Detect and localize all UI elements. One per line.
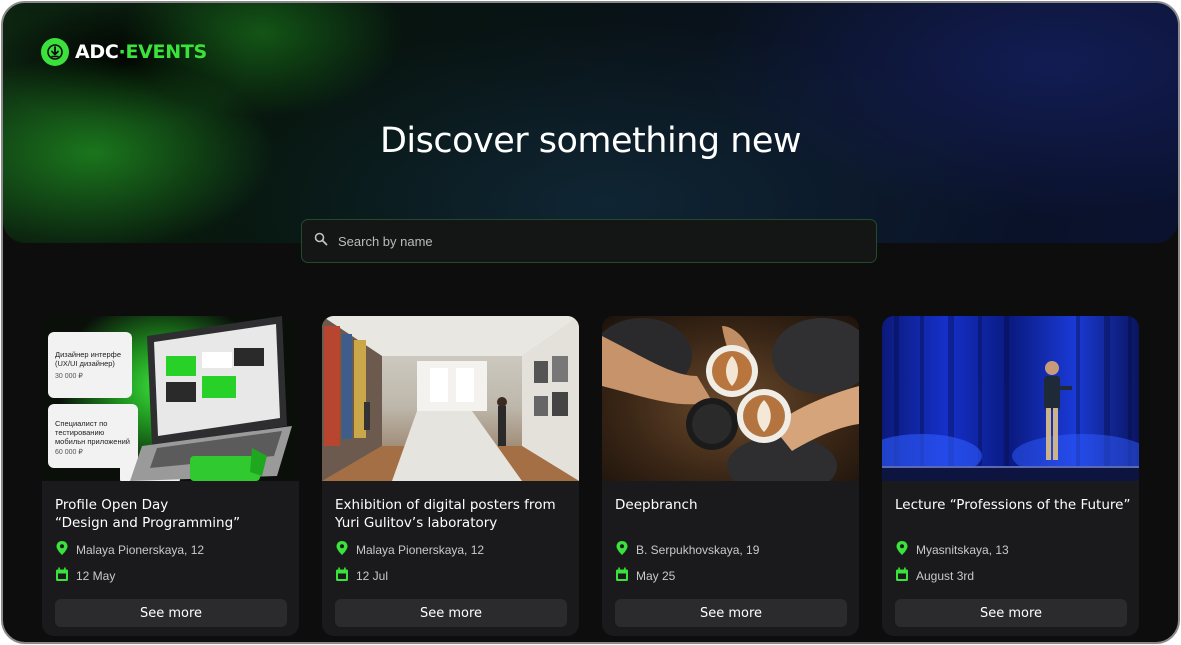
image-caption-4: 60 000 ₽ bbox=[55, 449, 83, 456]
calendar-icon bbox=[55, 567, 69, 585]
event-title: Deepbranch bbox=[615, 497, 698, 513]
logo[interactable]: ADC·EVENTS bbox=[41, 37, 207, 67]
event-image bbox=[322, 316, 579, 481]
search-icon bbox=[314, 232, 328, 251]
event-title: Lecture “Professions of the Future” bbox=[895, 497, 1131, 513]
event-title: Profile Open Day “Design and Programming… bbox=[55, 497, 241, 531]
event-location: Myasnitskaya, 13 bbox=[895, 540, 1009, 559]
logo-text: ADC·EVENTS bbox=[75, 41, 207, 63]
image-caption-2: 30 000 ₽ bbox=[55, 373, 83, 380]
event-location: B. Serpukhovskaya, 19 bbox=[615, 540, 759, 559]
event-card[interactable]: Deepbranch B. Serpukhovskaya, 19 May 25 … bbox=[602, 316, 859, 636]
event-title: Exhibition of digital posters from Yuri … bbox=[335, 497, 556, 531]
calendar-icon bbox=[615, 567, 629, 585]
image-caption-3: Специалист по тестированию мобильн прило… bbox=[55, 419, 130, 446]
image-caption-1: Дизайнер интерфе (UX/UI дизайнер) bbox=[55, 350, 122, 368]
event-image bbox=[882, 316, 1139, 481]
search-bar[interactable] bbox=[301, 219, 877, 263]
event-image bbox=[602, 316, 859, 481]
event-location: Malaya Pionerskaya, 12 bbox=[55, 540, 204, 559]
event-date: August 3rd bbox=[895, 567, 974, 585]
logo-icon bbox=[41, 38, 69, 66]
app-window: ADC·EVENTS Discover something new Search… bbox=[1, 1, 1180, 644]
see-more-button[interactable]: See more bbox=[895, 599, 1127, 627]
see-more-button[interactable]: See more bbox=[615, 599, 847, 627]
event-date: 12 May bbox=[55, 567, 115, 585]
location-pin-icon bbox=[335, 540, 349, 559]
event-date: 12 Jul bbox=[335, 567, 388, 585]
event-date: May 25 bbox=[615, 567, 675, 585]
location-pin-icon bbox=[615, 540, 629, 559]
event-card[interactable]: Дизайнер интерфе (UX/UI дизайнер) 30 000… bbox=[42, 316, 299, 636]
calendar-icon bbox=[895, 567, 909, 585]
see-more-button[interactable]: See more bbox=[55, 599, 287, 627]
page-title: Discover something new bbox=[379, 121, 802, 161]
search-input[interactable] bbox=[336, 232, 860, 250]
see-more-button[interactable]: See more bbox=[335, 599, 567, 627]
location-pin-icon bbox=[895, 540, 909, 559]
event-image: Дизайнер интерфе (UX/UI дизайнер) 30 000… bbox=[42, 316, 299, 481]
event-card[interactable]: Exhibition of digital posters from Yuri … bbox=[322, 316, 579, 636]
hero-banner: ADC·EVENTS Discover something new bbox=[3, 3, 1178, 243]
calendar-icon bbox=[335, 567, 349, 585]
event-card[interactable]: Lecture “Professions of the Future” Myas… bbox=[882, 316, 1139, 636]
event-location: Malaya Pionerskaya, 12 bbox=[335, 540, 484, 559]
location-pin-icon bbox=[55, 540, 69, 559]
